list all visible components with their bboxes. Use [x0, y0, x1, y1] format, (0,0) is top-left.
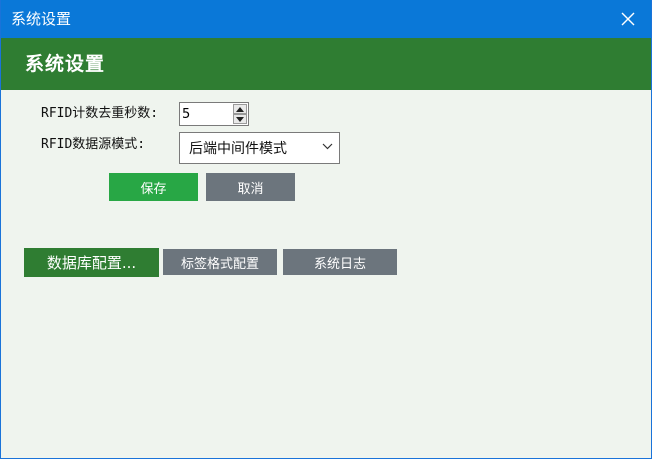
- dedup-seconds-label: RFID计数去重秒数:: [41, 106, 159, 121]
- triangle-up-icon: [236, 106, 244, 112]
- title-bar: 系统设置: [1, 0, 651, 38]
- triangle-down-icon: [236, 116, 244, 122]
- chevron-down-icon: [322, 143, 333, 150]
- data-source-label: RFID数据源模式:: [41, 137, 146, 152]
- header-band: 系统设置: [1, 38, 651, 90]
- save-button[interactable]: 保存: [109, 173, 198, 201]
- settings-window: 系统设置 系统设置 RFID计数去重秒数: RFID数据源模式: 后端中间件模式: [0, 0, 652, 459]
- spinner-down-button[interactable]: [233, 114, 247, 124]
- data-source-select[interactable]: 后端中间件模式: [179, 132, 340, 164]
- data-source-selected: 后端中间件模式: [189, 141, 287, 157]
- tab-system-log[interactable]: 系统日志: [283, 249, 397, 275]
- close-icon: [621, 12, 635, 26]
- window-title: 系统设置: [11, 10, 72, 28]
- spinner-up-button[interactable]: [233, 104, 247, 114]
- close-button[interactable]: [605, 0, 651, 38]
- dedup-seconds-spinner: [179, 102, 249, 126]
- page-heading: 系统设置: [25, 53, 106, 75]
- tab-label-format-config[interactable]: 标签格式配置: [163, 249, 277, 275]
- tab-database-config[interactable]: 数据库配置...: [24, 248, 159, 277]
- cancel-button[interactable]: 取消: [206, 173, 295, 201]
- dedup-seconds-input[interactable]: [182, 105, 230, 123]
